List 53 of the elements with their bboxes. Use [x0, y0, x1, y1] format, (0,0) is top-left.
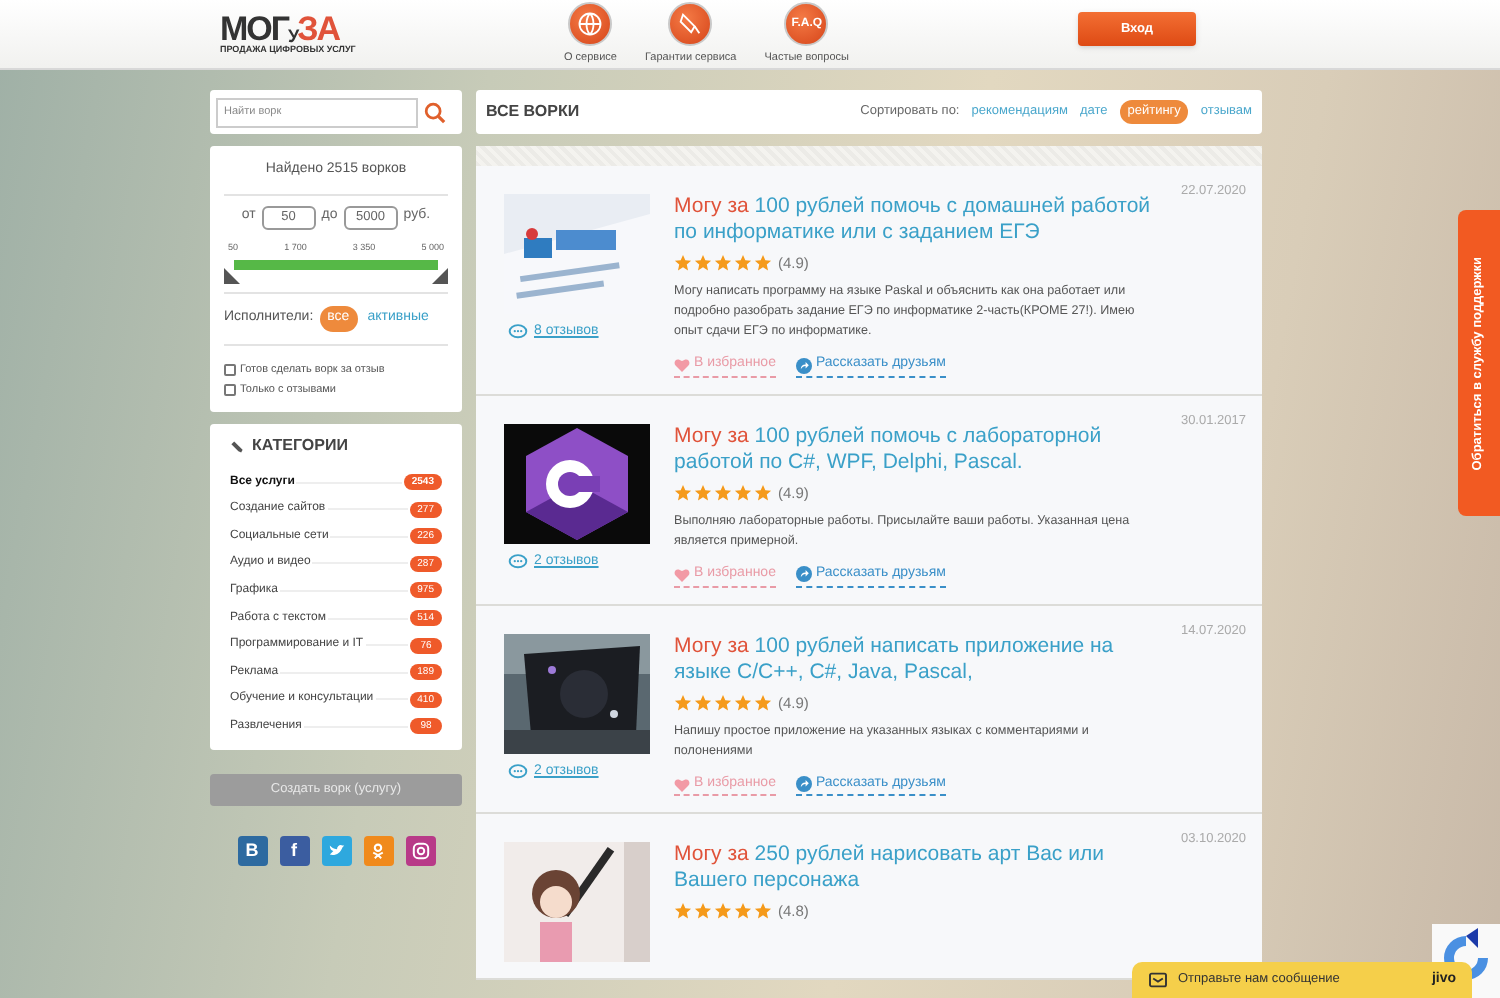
star-icon	[714, 254, 732, 273]
star-icon	[674, 902, 692, 921]
social-link[interactable]: f	[279, 836, 309, 867]
work-title[interactable]: Могу за 100 рублей помочь с лабораторной работой по C#, WPF, Delphi, Pascal.	[674, 423, 1154, 476]
star-icon	[694, 902, 712, 921]
comment-icon	[508, 324, 528, 341]
star-icon	[734, 483, 752, 502]
work-title[interactable]: Могу за 100 рублей написать приложение на языке C/C++, C#, Java, Pascal,	[674, 633, 1154, 685]
person-icon	[370, 842, 386, 861]
star-icon	[714, 693, 732, 712]
heart-icon	[674, 777, 690, 791]
work-title[interactable]: Могу за 250 рублей нарисовать арт Вас или Вашего персонажа	[674, 842, 1154, 895]
checkbox[interactable]	[224, 363, 236, 376]
share-icon	[795, 566, 812, 583]
categories-title: КАТЕГОРИИ	[252, 434, 348, 459]
star-icon	[714, 902, 732, 921]
checkbox[interactable]	[224, 384, 236, 397]
star-icon	[674, 693, 692, 712]
mail-icon	[1148, 972, 1168, 988]
social-link[interactable]	[321, 836, 351, 867]
slider-handle[interactable]	[432, 268, 448, 285]
slider-handle[interactable]	[224, 268, 240, 285]
globe-icon	[576, 9, 605, 38]
list-title: ВСЕ ВОРКИ	[486, 100, 582, 124]
social-link[interactable]: В	[237, 836, 267, 867]
star-icon	[734, 902, 752, 921]
star-icon	[694, 483, 712, 502]
star-icon	[754, 483, 772, 502]
document-icon	[676, 9, 705, 38]
star-icon	[694, 693, 712, 712]
pencil-icon	[230, 439, 244, 454]
price-slider[interactable]	[224, 256, 448, 285]
star-icon	[674, 483, 692, 502]
comment-icon	[508, 763, 528, 780]
social-link[interactable]	[363, 836, 393, 867]
work-title[interactable]: Могу за 100 рублей помочь с домашней работой по информатике или с заданием ЕГЭ	[674, 194, 1154, 246]
star-icon	[734, 693, 752, 712]
star-icon	[754, 254, 772, 273]
star-icon	[754, 902, 772, 921]
share-icon	[795, 357, 812, 373]
star-icon	[714, 483, 732, 502]
star-icon	[734, 254, 752, 273]
bird-icon	[327, 842, 345, 861]
heart-icon	[674, 567, 690, 582]
heart-icon	[674, 358, 690, 372]
star-icon	[674, 254, 692, 273]
comment-icon	[508, 554, 528, 570]
star-icon	[754, 693, 772, 712]
search-icon[interactable]	[424, 101, 446, 123]
share-icon	[795, 776, 812, 792]
social-link[interactable]	[405, 836, 435, 867]
star-icon	[694, 254, 712, 273]
camera-icon	[411, 842, 429, 861]
